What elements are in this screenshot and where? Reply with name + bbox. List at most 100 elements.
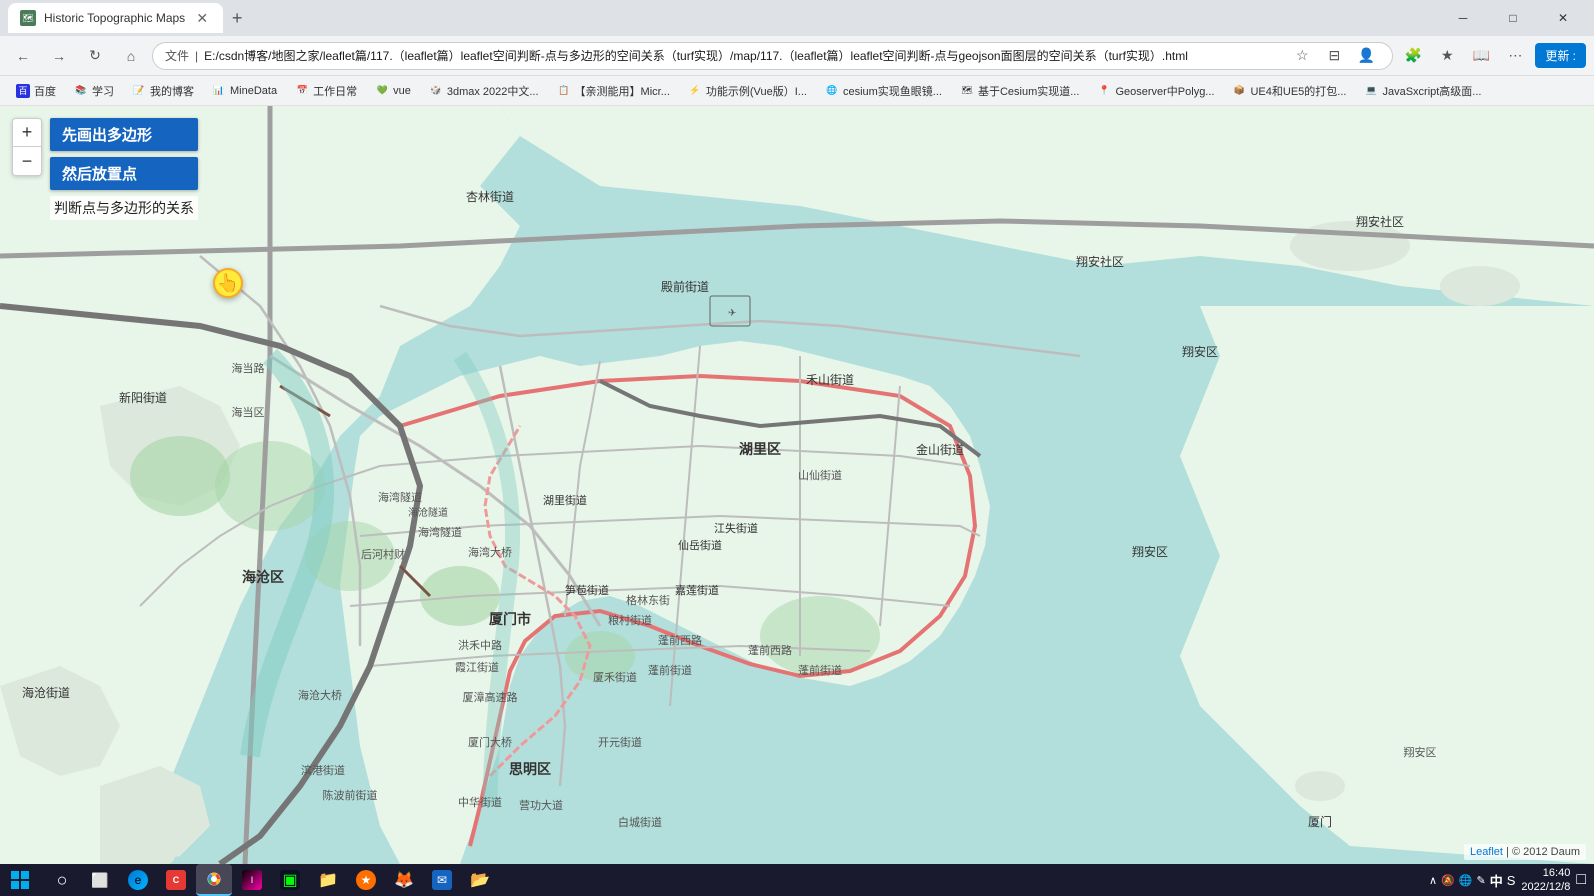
address-bar-row: ← → ↻ ⌂ 文件 | E:/csdn博客/地图之家/leaflet篇/117…	[0, 36, 1594, 76]
bookmark-label: 我的博客	[150, 83, 194, 99]
active-tab[interactable]: 🗺 Historic Topographic Maps ✕	[8, 3, 223, 33]
taskview-icon: ⬜	[91, 872, 108, 889]
svg-text:滨港街道: 滨港街道	[301, 763, 345, 777]
bookmark-js[interactable]: 💻 JavaSxcript高级面...	[1356, 81, 1489, 101]
bookmark-vue-demo[interactable]: ⚡ 功能示例(Vue版）I...	[680, 81, 815, 101]
close-button[interactable]: ✕	[1540, 0, 1586, 36]
search-icon: ○	[57, 870, 68, 891]
maximize-button[interactable]: □	[1490, 0, 1536, 36]
back-button[interactable]: ←	[8, 41, 38, 71]
profile-icon[interactable]: 👤	[1352, 42, 1380, 70]
cesium-icon: 🌐	[825, 84, 839, 98]
clock[interactable]: 16:40 2022/12/8	[1521, 866, 1570, 895]
svg-text:海沧隧道: 海沧隧道	[408, 506, 448, 519]
chevron-icon[interactable]: ∧	[1429, 874, 1437, 887]
leaflet-link[interactable]: Leaflet	[1470, 846, 1503, 858]
minimize-button[interactable]: ─	[1440, 0, 1486, 36]
tab-title: Historic Topographic Maps	[44, 11, 185, 25]
bookmark-cesium[interactable]: 🌐 cesium实现鱼眼镜...	[817, 81, 950, 101]
bookmark-work[interactable]: 📅 工作日常	[287, 81, 365, 101]
taskbar: ○ ⬜ e C I ▣	[0, 864, 1594, 896]
settings-icon[interactable]: ⋯	[1501, 42, 1529, 70]
forward-button[interactable]: →	[44, 41, 74, 71]
bookmark-minedata[interactable]: 📊 MineData	[204, 82, 285, 100]
svg-text:中华街道: 中华街道	[458, 795, 502, 809]
pen-icon[interactable]: ✎	[1476, 874, 1485, 887]
taskbar-right: ∧ 🔕 🌐 ✎ 中 S 16:40 2022/12/8 □	[1421, 866, 1594, 895]
taskbar-chrome[interactable]	[196, 864, 232, 896]
js-icon: 💻	[1364, 84, 1378, 98]
ime-s-icon[interactable]: S	[1507, 873, 1516, 888]
svg-text:海沧街道: 海沧街道	[22, 685, 70, 700]
bookmark-blog[interactable]: 📝 我的博客	[124, 81, 202, 101]
taskbar-files[interactable]: 📂	[462, 864, 498, 896]
tab-bar: 🗺 Historic Topographic Maps ✕ +	[8, 0, 251, 36]
svg-text:翔安社区: 翔安社区	[1356, 214, 1404, 229]
bookmark-vue[interactable]: 💚 vue	[367, 82, 419, 100]
home-button[interactable]: ⌂	[116, 41, 146, 71]
network-icon[interactable]: 🌐	[1459, 874, 1473, 887]
extensions-icon[interactable]: 🧩	[1399, 42, 1427, 70]
taskbar-idea[interactable]: I	[234, 864, 270, 896]
bookmark-label: 3dmax 2022中文...	[447, 83, 539, 99]
bookmark-label: vue	[393, 85, 411, 97]
svg-text:霞江街道: 霞江街道	[455, 660, 499, 674]
taskbar-search[interactable]: ○	[44, 864, 80, 896]
firefox-icon: 🦊	[394, 870, 414, 890]
system-tray-icons: ∧ 🔕 🌐 ✎ 中 S	[1429, 871, 1515, 890]
taskbar-terminal[interactable]: ▣	[272, 864, 308, 896]
taskbar-edge[interactable]: e	[120, 864, 156, 896]
bookmark-3dmax[interactable]: 🎲 3dmax 2022中文...	[421, 81, 547, 101]
bookmark-study[interactable]: 📚 学习	[66, 81, 122, 101]
svg-text:禾山街道: 禾山街道	[806, 373, 854, 387]
tab-close-button[interactable]: ✕	[193, 9, 211, 27]
map-container[interactable]: 杏林街道 殿前街道 ✈ 禾山街道 湖里区 山仙街道 金山街道 仙岳街道 江失街道…	[0, 106, 1594, 864]
svg-text:海沧区: 海沧区	[242, 569, 284, 585]
baidu-icon: 百	[16, 84, 30, 98]
favorites-icon[interactable]: ★	[1433, 42, 1461, 70]
taskbar-firefox[interactable]: 🦊	[386, 864, 422, 896]
svg-text:翔安区: 翔安区	[1132, 544, 1168, 559]
taskbar-taskview[interactable]: ⬜	[82, 864, 118, 896]
address-bar[interactable]: 文件 | E:/csdn博客/地图之家/leaflet篇/117.（leafle…	[152, 42, 1393, 70]
start-button[interactable]	[0, 864, 40, 896]
bookmark-micro[interactable]: 📋 【亲测能用】Micr...	[549, 81, 678, 101]
svg-text:杏林街道: 杏林街道	[466, 190, 514, 204]
svg-text:蓬前西路: 蓬前西路	[748, 643, 792, 657]
new-tab-button[interactable]: +	[223, 4, 251, 32]
reading-list-icon[interactable]: 📖	[1467, 42, 1495, 70]
edge-icon: e	[128, 870, 148, 890]
bookmark-baidu[interactable]: 百 百度	[8, 81, 64, 101]
svg-text:蓬前西路: 蓬前西路	[658, 633, 702, 647]
mute-icon[interactable]: 🔕	[1441, 874, 1455, 887]
taskbar-items: ○ ⬜ e C I ▣	[40, 864, 1421, 896]
taskbar-mail[interactable]: ✉	[424, 864, 460, 896]
taskbar-star[interactable]: ★	[348, 864, 384, 896]
split-view-icon[interactable]: ⊟	[1320, 42, 1348, 70]
bookmark-cesium2[interactable]: 🗺 基于Cesium实现道...	[952, 81, 1087, 101]
map-marker[interactable]: 👆	[213, 268, 243, 298]
place-point-button[interactable]: 然后放置点	[50, 157, 198, 190]
bookmark-geoserver[interactable]: 📍 Geoserver中Polyg...	[1089, 81, 1222, 101]
study-icon: 📚	[74, 84, 88, 98]
address-path: E:/csdn博客/地图之家/leaflet篇/117.（leaflet篇）le…	[204, 47, 1188, 64]
svg-text:白城街道: 白城街道	[618, 815, 662, 829]
taskbar-csdn[interactable]: C	[158, 864, 194, 896]
svg-text:粮村街道: 粮村街道	[608, 613, 652, 627]
zoom-in-button[interactable]: +	[13, 119, 41, 147]
svg-text:营功大道: 营功大道	[519, 798, 563, 812]
update-button[interactable]: 更新 :	[1535, 43, 1586, 68]
draw-polygon-button[interactable]: 先画出多边形	[50, 118, 198, 151]
notification-icon[interactable]: □	[1576, 871, 1586, 889]
window-controls: ─ □ ✕	[1440, 0, 1586, 36]
svg-text:山仙街道: 山仙街道	[798, 468, 842, 482]
bookmark-icon[interactable]: ☆	[1288, 42, 1316, 70]
reload-button[interactable]: ↻	[80, 41, 110, 71]
input-method-icon[interactable]: 中	[1490, 871, 1503, 890]
zoom-out-button[interactable]: −	[13, 147, 41, 175]
idea-icon: I	[242, 870, 262, 890]
taskbar-explorer[interactable]: 📁	[310, 864, 346, 896]
svg-text:格林东街: 格林东街	[626, 593, 670, 607]
bookmark-ue4[interactable]: 📦 UE4和UE5的打包...	[1224, 81, 1354, 101]
svg-text:陈波前街道: 陈波前街道	[323, 788, 378, 802]
